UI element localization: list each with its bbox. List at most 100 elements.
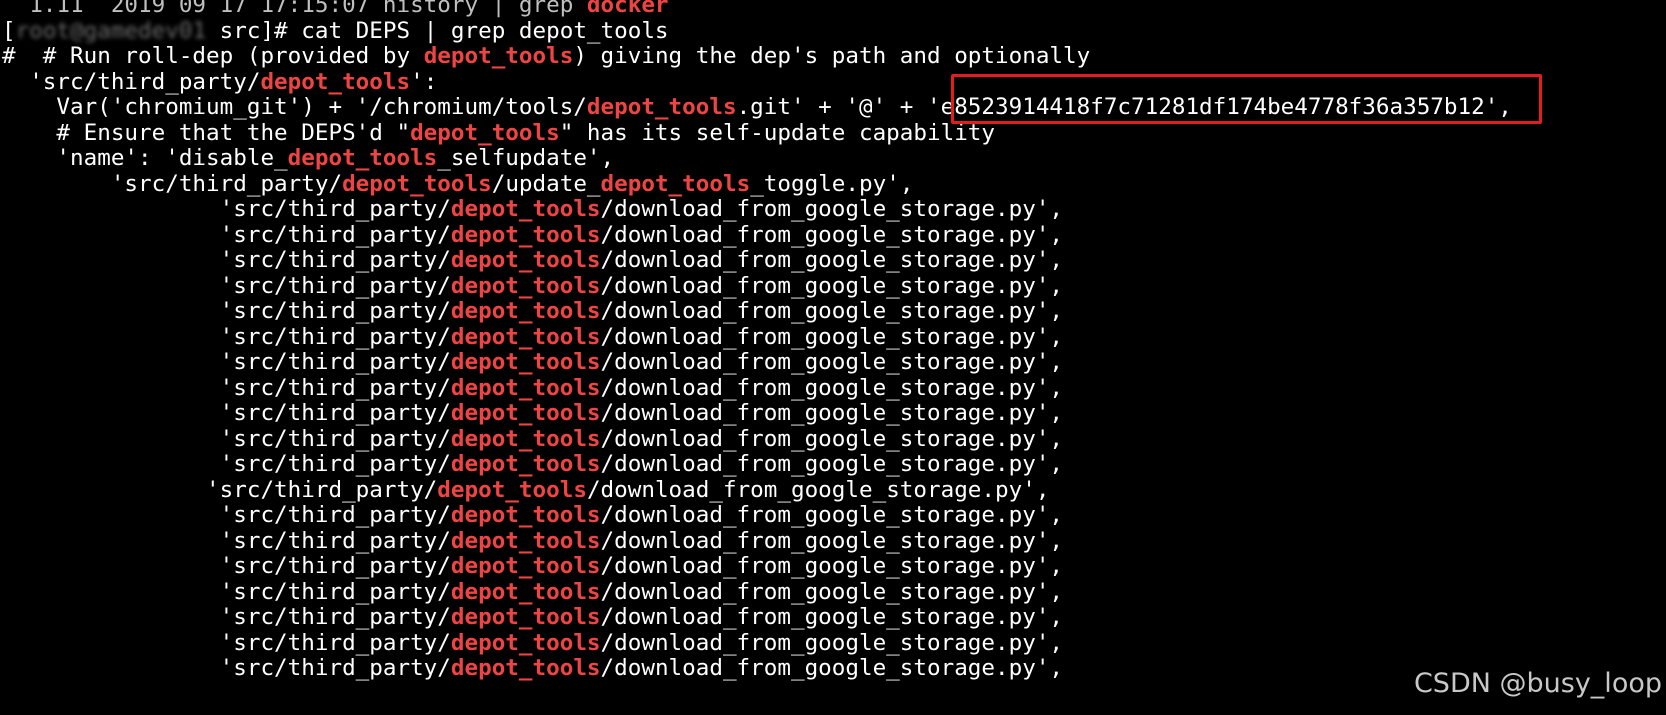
- text-segment: /download_from_google_storage.py',: [586, 476, 1050, 503]
- text-segment: ) giving the dep's path and optionally: [573, 43, 1091, 69]
- text-segment: 'src/third_party/: [2, 451, 451, 477]
- text-segment: 'src/third_party/: [2, 655, 451, 681]
- text-segment: 'src/third_party/: [2, 604, 451, 630]
- text-segment: 'src/third_party/: [2, 527, 451, 554]
- text-segment: 'src/third_party/: [2, 323, 451, 350]
- text-segment: /update_: [491, 170, 601, 197]
- grep-match: depot_tools: [437, 476, 587, 503]
- text-segment: " has its self-update capability: [559, 119, 996, 146]
- output-line: 'src/third_party/depot_tools/download_fr…: [2, 579, 1063, 606]
- output-line: Var('chromium_git') + '/chromium/tools/d…: [2, 94, 1512, 121]
- output-line: 'src/third_party/depot_tools/download_fr…: [2, 400, 1063, 427]
- output-line: 'src/third_party/depot_tools/download_fr…: [2, 655, 1063, 682]
- text-segment: 'src/third_party/: [2, 629, 451, 656]
- redacted-hostname: root@gamedev01: [15, 17, 207, 44]
- text-segment: 'src/third_party/: [2, 476, 438, 503]
- text-segment: 'src/third_party/: [2, 425, 451, 452]
- text-segment: 'src/third_party/: [2, 374, 451, 401]
- text-segment: ':: [410, 68, 438, 95]
- grep-match: depot_tools: [450, 451, 601, 477]
- text-segment: 'src/third_party/: [2, 502, 451, 528]
- text-segment: Var('chromium_git') + '/chromium/tools/: [2, 94, 587, 120]
- text-segment: /download_from_google_storage.py',: [600, 349, 1064, 375]
- output-line: 'name': 'disable_depot_tools_selfupdate'…: [2, 145, 614, 172]
- grep-match: depot_tools: [450, 221, 601, 248]
- output-line: 'src/third_party/depot_tools/download_fr…: [2, 349, 1063, 376]
- grep-match: depot_tools: [450, 527, 601, 554]
- output-line: 'src/third_party/depot_tools/download_fr…: [2, 196, 1063, 223]
- text-segment: .git' + '@' + 'e8523914418f7c71281df174b…: [736, 94, 1512, 120]
- text-segment: # Ensure that the DEPS'd ": [2, 119, 411, 146]
- text-segment: src]# cat DEPS | grep depot_tools: [206, 17, 669, 44]
- text-segment: /download_from_google_storage.py',: [600, 425, 1064, 452]
- output-line: # Ensure that the DEPS'd "depot_tools" h…: [2, 120, 995, 147]
- grep-match: depot_tools: [450, 349, 601, 375]
- text-segment: _toggle.py',: [750, 170, 914, 197]
- text-segment: /download_from_google_storage.py',: [600, 272, 1064, 299]
- text-segment: 'src/third_party/: [2, 170, 343, 197]
- output-line: 'src/third_party/depot_tools/download_fr…: [2, 426, 1063, 453]
- grep-match: depot_tools: [342, 170, 492, 197]
- output-line: 'src/third_party/depot_tools/download_fr…: [2, 528, 1063, 555]
- output-line: 'src/third_party/depot_tools/update_depo…: [2, 170, 914, 198]
- text-segment: /download_from_google_storage.py',: [600, 527, 1064, 554]
- grep-match: depot_tools: [260, 68, 411, 95]
- text-segment: /download_from_google_storage.py',: [600, 553, 1064, 579]
- grep-match: depot_tools: [450, 247, 601, 273]
- watermark: CSDN @busy_loop: [1413, 668, 1662, 699]
- grep-match: depot_tools: [450, 629, 601, 656]
- text-segment: /download_from_google_storage.py',: [600, 629, 1064, 656]
- text-segment: /download_from_google_storage.py',: [600, 221, 1064, 248]
- output-line: 'src/third_party/depot_tools/download_fr…: [2, 604, 1063, 631]
- grep-match: depot_tools: [450, 553, 601, 579]
- text-segment: 'src/third_party/: [2, 298, 451, 324]
- text-segment: /download_from_google_storage.py',: [600, 578, 1064, 605]
- text-segment: _selfupdate',: [437, 145, 615, 171]
- grep-match: depot_tools: [450, 604, 601, 630]
- grep-match: depot_tools: [450, 502, 601, 528]
- output-line: 'src/third_party/depot_tools/download_fr…: [2, 298, 1063, 325]
- grep-match: depot_tools: [450, 578, 601, 605]
- text-segment: [: [2, 17, 16, 44]
- text-segment: 'name': 'disable_: [2, 145, 288, 171]
- grep-match: depot_tools: [600, 170, 751, 197]
- output-line: 'src/third_party/depot_tools/download_fr…: [2, 553, 1063, 580]
- grep-match: depot_tools: [450, 425, 601, 452]
- grep-match: depot_tools: [450, 374, 601, 401]
- grep-match: depot_tools: [450, 196, 601, 222]
- output-line: 1.11 2019 09 17 17:15:07 history | grep …: [2, 0, 669, 19]
- text-segment: 'src/third_party/: [2, 553, 451, 579]
- output-line: 'src/third_party/depot_tools':: [2, 69, 437, 96]
- grep-match: docker: [586, 0, 669, 18]
- text-segment: 'src/third_party/: [2, 221, 451, 248]
- text-segment: /download_from_google_storage.py',: [600, 604, 1064, 630]
- text-segment: 'src/third_party/: [2, 247, 451, 273]
- text-segment: 'src/third_party/: [2, 400, 451, 426]
- output-line: 'src/third_party/depot_tools/download_fr…: [2, 222, 1063, 249]
- grep-match: depot_tools: [450, 400, 601, 426]
- grep-match: depot_tools: [287, 145, 438, 171]
- terminal-window[interactable]: 1.11 2019 09 17 17:15:07 history | grep …: [0, 0, 1666, 715]
- text-segment: /download_from_google_storage.py',: [600, 400, 1064, 426]
- output-line: 'src/third_party/depot_tools/download_fr…: [2, 247, 1063, 274]
- output-line: 'src/third_party/depot_tools/download_fr…: [2, 451, 1063, 478]
- text-segment: # # Run roll-dep (provided by: [2, 43, 424, 69]
- grep-match: depot_tools: [423, 43, 574, 69]
- text-segment: 'src/third_party/: [2, 349, 451, 375]
- output-line: 'src/third_party/depot_tools/download_fr…: [2, 375, 1063, 402]
- history-entry: 1.11 2019 09 17 17:15:07 history | grep: [2, 0, 587, 18]
- text-segment: /download_from_google_storage.py',: [600, 451, 1064, 477]
- text-segment: 'src/third_party/: [2, 272, 451, 299]
- text-segment: /download_from_google_storage.py',: [600, 298, 1064, 324]
- text-segment: /download_from_google_storage.py',: [600, 655, 1064, 681]
- text-segment: 'src/third_party/: [2, 68, 261, 95]
- grep-match: depot_tools: [450, 655, 601, 681]
- text-segment: /download_from_google_storage.py',: [600, 502, 1064, 528]
- shell-prompt-line: [root@gamedev01 src]# cat DEPS | grep de…: [2, 18, 669, 45]
- text-segment: /download_from_google_storage.py',: [600, 196, 1064, 222]
- output-line: 'src/third_party/depot_tools/download_fr…: [2, 477, 1049, 504]
- grep-match: depot_tools: [586, 94, 737, 120]
- grep-match: depot_tools: [450, 298, 601, 324]
- output-line: 'src/third_party/depot_tools/download_fr…: [2, 502, 1063, 529]
- text-segment: /download_from_google_storage.py',: [600, 374, 1064, 401]
